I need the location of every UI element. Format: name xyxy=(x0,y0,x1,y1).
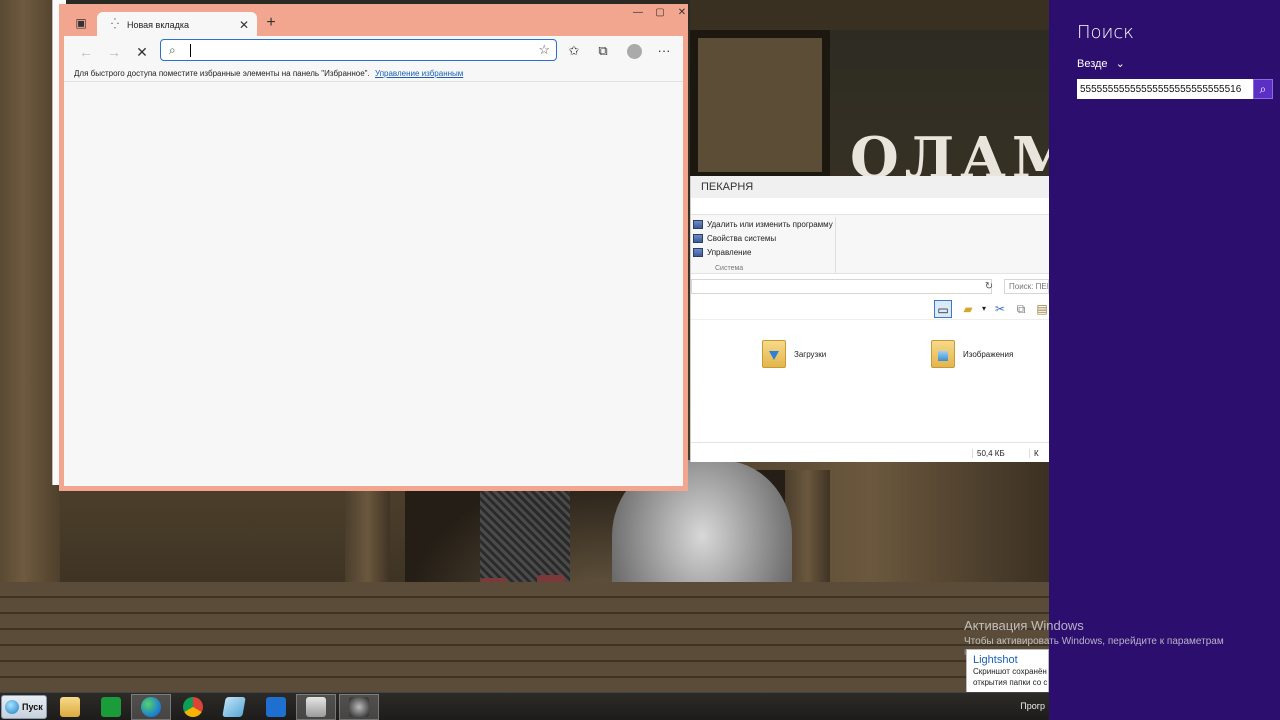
search-scope-dropdown[interactable]: Везде ⌄ xyxy=(1077,57,1125,71)
file-explorer-window[interactable]: ПЕКАРНЯ Удалить или изменить программу С… xyxy=(690,176,1049,462)
layout-pane-icon[interactable]: ▭ xyxy=(934,300,952,318)
tab-title: Новая вкладка xyxy=(126,19,190,30)
taskbar-edge[interactable] xyxy=(131,694,171,720)
explorer-command-bar: ▭ ▰ ▾ ✂ ⧉ ▤ xyxy=(691,298,1049,320)
store-icon xyxy=(101,697,121,717)
taskbar-game[interactable] xyxy=(339,694,379,720)
folder-icon xyxy=(60,697,80,717)
explorer-address-bar[interactable] xyxy=(691,279,992,294)
search-charm: Поиск Везде ⌄ ⌕ xyxy=(1049,0,1280,720)
collections-icon[interactable]: ⧉ xyxy=(593,41,613,61)
forward-icon[interactable]: → xyxy=(104,42,124,62)
browser-window[interactable]: ▣ ⁛ Новая вкладка ✕ + — ▢ ✕ ← → ✕ ⌕ ☆ ✩ … xyxy=(59,4,688,491)
taskbar-store[interactable] xyxy=(91,694,131,720)
search-input[interactable] xyxy=(1078,80,1252,98)
taskbar-maxthon[interactable] xyxy=(256,694,296,720)
address-bar[interactable]: ⌕ ☆ xyxy=(160,39,557,61)
browser-toolbar: ← → ✕ ⌕ ☆ ✩ ⧉ ··· xyxy=(64,36,683,66)
maximize-icon[interactable]: ▢ xyxy=(649,5,671,21)
toast-title: Lightshot xyxy=(973,654,1018,666)
selected-size: 50,4 КБ xyxy=(972,449,1005,458)
explorer-title: ПЕКАРНЯ xyxy=(691,176,1049,198)
tray-programs[interactable]: Прогр xyxy=(1020,701,1045,711)
profile-icon[interactable] xyxy=(624,41,644,61)
edge-icon xyxy=(141,697,161,717)
downloads-folder-icon xyxy=(762,340,786,368)
refresh-icon[interactable]: ↻ xyxy=(982,279,996,294)
new-tab-button[interactable]: + xyxy=(262,14,280,32)
ribbon-group-system: Удалить или изменить программу Свойства … xyxy=(691,217,836,273)
folder-pictures[interactable]: Изображения xyxy=(931,340,1013,368)
taskbar-control-panel[interactable] xyxy=(296,694,336,720)
taskbar-chrome[interactable] xyxy=(173,694,213,720)
address-input[interactable] xyxy=(189,42,529,58)
system-icon xyxy=(693,233,703,243)
manage-favorites-link[interactable]: Управление избранным xyxy=(375,69,463,78)
ribbon-group-label: Система xyxy=(715,265,744,272)
more-icon[interactable]: ··· xyxy=(654,41,674,61)
management-icon xyxy=(693,247,703,257)
tab-actions-icon[interactable]: ▣ xyxy=(74,16,88,30)
lightshot-notification[interactable]: Lightshot Скриншот сохранён открытия пап… xyxy=(966,649,1049,693)
windows-orb-icon xyxy=(5,700,19,714)
explorer-ribbon: Удалить или изменить программу Свойства … xyxy=(691,214,1049,274)
search-icon: ⌕ xyxy=(169,43,176,57)
favorites-bar: Для быстрого доступа поместите избранные… xyxy=(64,66,683,82)
folder-downloads[interactable]: Загрузки xyxy=(762,340,826,368)
ribbon-management[interactable]: Управление xyxy=(691,245,835,259)
search-icon: ⌕ xyxy=(1259,82,1267,96)
status-extra: К xyxy=(1029,449,1039,458)
minimize-icon[interactable]: — xyxy=(627,5,649,21)
tab-new[interactable]: ⁛ Новая вкладка ✕ xyxy=(97,12,257,37)
favorites-hint: Для быстрого доступа поместите избранные… xyxy=(74,69,370,78)
cut-icon[interactable]: ✂ xyxy=(991,300,1009,318)
game-icon xyxy=(349,697,369,717)
chrome-icon xyxy=(183,697,203,717)
search-button[interactable]: ⌕ xyxy=(1253,79,1273,99)
explorer-search-input[interactable]: Поиск: ПЕКАРНЯ xyxy=(1004,279,1049,294)
close-icon[interactable]: ✕ xyxy=(239,18,249,32)
explorer-status-bar: 50,4 КБ К xyxy=(691,442,1049,462)
back-icon[interactable]: ← xyxy=(76,42,96,62)
copy-icon[interactable]: ⧉ xyxy=(1012,300,1030,318)
ribbon-system-properties[interactable]: Свойства системы xyxy=(691,231,835,245)
search-title: Поиск xyxy=(1077,22,1134,43)
loading-icon: ⁛ xyxy=(111,19,119,30)
start-button[interactable]: Пуск xyxy=(1,695,47,719)
taskbar-notepad[interactable] xyxy=(214,694,254,720)
search-box[interactable] xyxy=(1077,79,1253,99)
add-favorite-icon[interactable]: ☆ xyxy=(538,42,550,58)
wallpaper-door xyxy=(690,30,830,180)
control-panel-icon xyxy=(306,697,326,717)
window-close-icon[interactable]: ✕ xyxy=(671,5,693,21)
ribbon-uninstall-program[interactable]: Удалить или изменить программу xyxy=(691,217,835,231)
taskbar: Пуск Прогр xyxy=(0,692,1049,720)
favorites-icon[interactable]: ✩ xyxy=(564,41,584,61)
tab-bar: ▣ ⁛ Новая вкладка ✕ + — ▢ ✕ xyxy=(64,7,686,37)
chevron-down-icon: ⌄ xyxy=(1115,58,1125,70)
taskbar-file-explorer[interactable] xyxy=(50,694,90,720)
page-content xyxy=(64,82,683,486)
maxthon-icon xyxy=(266,697,286,717)
pictures-folder-icon xyxy=(931,340,955,368)
notepad-icon xyxy=(222,697,246,717)
stop-icon[interactable]: ✕ xyxy=(132,42,152,62)
program-icon xyxy=(693,219,703,229)
